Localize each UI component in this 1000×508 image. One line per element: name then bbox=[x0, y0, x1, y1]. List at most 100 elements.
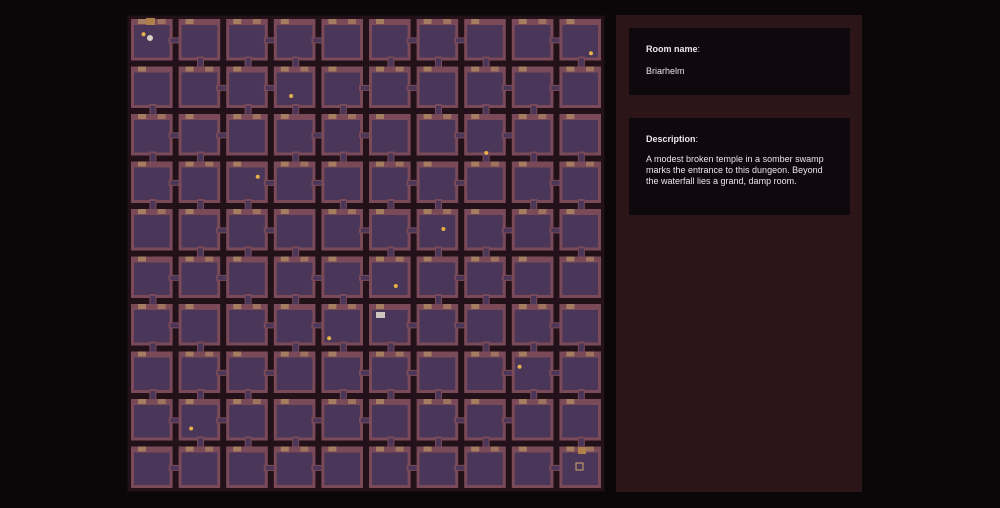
dungeon-room[interactable] bbox=[273, 161, 316, 204]
dungeon-room[interactable] bbox=[464, 399, 506, 441]
dungeon-room[interactable] bbox=[273, 19, 316, 61]
dungeon-room[interactable] bbox=[511, 66, 554, 109]
dungeon-room[interactable] bbox=[369, 399, 411, 441]
dungeon-room[interactable] bbox=[464, 209, 506, 251]
dungeon-room[interactable] bbox=[178, 114, 221, 156]
dungeon-room[interactable] bbox=[321, 399, 363, 441]
dungeon-room[interactable] bbox=[416, 66, 459, 109]
dungeon-room[interactable] bbox=[511, 399, 554, 441]
dungeon-room[interactable] bbox=[369, 304, 411, 346]
dungeon-room[interactable] bbox=[559, 351, 601, 394]
dungeon-room[interactable] bbox=[369, 19, 411, 61]
dungeon-room[interactable] bbox=[369, 256, 411, 299]
dungeon-room[interactable] bbox=[321, 66, 363, 109]
dungeon-room[interactable] bbox=[226, 161, 268, 204]
dungeon-room[interactable] bbox=[131, 256, 173, 299]
dungeon-room[interactable] bbox=[226, 256, 268, 299]
dungeon-room[interactable] bbox=[464, 161, 506, 204]
dungeon-room[interactable] bbox=[131, 161, 173, 204]
dungeon-room[interactable] bbox=[416, 114, 459, 156]
dungeon-room[interactable] bbox=[273, 304, 316, 346]
dungeon-room[interactable] bbox=[273, 399, 316, 441]
dungeon-room[interactable] bbox=[226, 66, 268, 109]
dungeon-room[interactable] bbox=[178, 399, 221, 441]
dungeon-room[interactable] bbox=[416, 399, 459, 441]
dungeon-room[interactable] bbox=[178, 304, 221, 346]
dungeon-room[interactable] bbox=[131, 209, 173, 251]
dungeon-room[interactable] bbox=[131, 304, 173, 346]
dungeon-room[interactable] bbox=[178, 446, 221, 489]
dungeon-room[interactable] bbox=[321, 114, 363, 156]
dungeon-room[interactable] bbox=[178, 256, 221, 299]
dungeon-room[interactable] bbox=[226, 209, 268, 251]
dungeon-room[interactable] bbox=[178, 19, 221, 61]
dungeon-room[interactable] bbox=[131, 399, 173, 441]
dungeon-room[interactable] bbox=[559, 66, 601, 109]
dungeon-room[interactable] bbox=[369, 66, 411, 109]
dungeon-room[interactable] bbox=[226, 114, 268, 156]
dungeon-room[interactable] bbox=[226, 19, 268, 61]
dungeon-room[interactable] bbox=[321, 209, 363, 251]
dungeon-room[interactable] bbox=[559, 209, 601, 251]
dungeon-room[interactable] bbox=[273, 209, 316, 251]
dungeon-room[interactable] bbox=[559, 19, 601, 61]
dungeon-room[interactable] bbox=[226, 351, 268, 394]
dungeon-map-canvas[interactable] bbox=[128, 16, 604, 491]
door-icon bbox=[423, 209, 432, 214]
dungeon-room[interactable] bbox=[369, 446, 411, 489]
dungeon-room[interactable] bbox=[416, 209, 459, 251]
dungeon-room[interactable] bbox=[131, 66, 173, 109]
dungeon-room[interactable] bbox=[321, 161, 363, 204]
dungeon-room[interactable] bbox=[369, 351, 411, 394]
dungeon-room[interactable] bbox=[321, 351, 363, 394]
dungeon-room[interactable] bbox=[511, 19, 554, 61]
dungeon-room[interactable] bbox=[464, 351, 506, 394]
dungeon-room[interactable] bbox=[178, 209, 221, 251]
dungeon-room[interactable] bbox=[511, 351, 554, 394]
dungeon-room[interactable] bbox=[464, 446, 506, 489]
dungeon-room[interactable] bbox=[321, 446, 363, 489]
dungeon-room[interactable] bbox=[511, 256, 554, 299]
dungeon-room[interactable] bbox=[131, 351, 173, 394]
dungeon-room[interactable] bbox=[273, 256, 316, 299]
dungeon-room[interactable] bbox=[464, 256, 506, 299]
dungeon-room[interactable] bbox=[511, 161, 554, 204]
dungeon-room[interactable] bbox=[369, 209, 411, 251]
dungeon-room[interactable] bbox=[273, 446, 316, 489]
dungeon-room[interactable] bbox=[369, 114, 411, 156]
dungeon-room[interactable] bbox=[416, 161, 459, 204]
dungeon-room[interactable] bbox=[226, 446, 268, 489]
dungeon-room[interactable] bbox=[559, 256, 601, 299]
dungeon-room[interactable] bbox=[178, 351, 221, 394]
dungeon-map[interactable] bbox=[127, 15, 605, 492]
dungeon-room[interactable] bbox=[321, 19, 363, 61]
dungeon-room[interactable] bbox=[178, 161, 221, 204]
dungeon-room[interactable] bbox=[226, 304, 268, 346]
dungeon-room[interactable] bbox=[416, 19, 459, 61]
dungeon-room[interactable] bbox=[321, 256, 363, 299]
dungeon-room[interactable] bbox=[416, 446, 459, 489]
dungeon-room[interactable] bbox=[464, 19, 506, 61]
dungeon-room[interactable] bbox=[131, 446, 173, 489]
dungeon-room[interactable] bbox=[511, 304, 554, 346]
dungeon-room[interactable] bbox=[416, 304, 459, 346]
dungeon-room[interactable] bbox=[464, 114, 506, 156]
dungeon-room[interactable] bbox=[559, 304, 601, 346]
dungeon-room[interactable] bbox=[511, 446, 554, 489]
dungeon-room[interactable] bbox=[511, 209, 554, 251]
dungeon-room[interactable] bbox=[131, 114, 173, 156]
dungeon-room[interactable] bbox=[273, 66, 316, 109]
dungeon-room[interactable] bbox=[273, 114, 316, 156]
dungeon-room[interactable] bbox=[559, 114, 601, 156]
dungeon-room[interactable] bbox=[464, 304, 506, 346]
dungeon-room[interactable] bbox=[178, 66, 221, 109]
dungeon-room[interactable] bbox=[464, 66, 506, 109]
dungeon-room[interactable] bbox=[559, 161, 601, 204]
dungeon-room[interactable] bbox=[273, 351, 316, 394]
dungeon-room[interactable] bbox=[511, 114, 554, 156]
dungeon-room[interactable] bbox=[559, 399, 601, 441]
dungeon-room[interactable] bbox=[416, 351, 459, 394]
dungeon-room[interactable] bbox=[226, 399, 268, 441]
dungeon-room[interactable] bbox=[369, 161, 411, 204]
dungeon-room[interactable] bbox=[416, 256, 459, 299]
